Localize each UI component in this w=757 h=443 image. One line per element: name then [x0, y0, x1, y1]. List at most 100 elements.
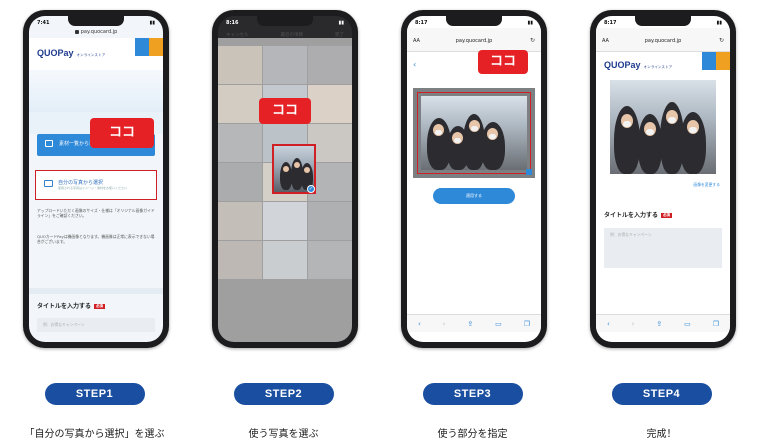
- display-note: QUOカードPayは機画像となります。機画像は正常に表示できない場合がございます…: [37, 234, 155, 244]
- quopay-logo[interactable]: QUOPay オンラインストア: [604, 60, 672, 70]
- phone-mockup-step2: 8:16 ▮▮ キャンセル 最近の項目 完了 ✓: [212, 10, 358, 348]
- share-icon[interactable]: ⇪: [467, 320, 473, 328]
- battery-icon: ▮▮: [149, 19, 155, 26]
- mask: [689, 127, 697, 133]
- status-time: 7:41: [37, 19, 50, 26]
- reload-icon[interactable]: ↻: [719, 37, 724, 44]
- face: [294, 162, 300, 168]
- check-icon: ✓: [307, 185, 315, 193]
- status-time: 8:17: [415, 19, 428, 26]
- select-own-photo-button[interactable]: 自分の写真から選択 使用される写真はイメージ・素材をお使いください: [35, 170, 157, 200]
- guideline-note: アップロードいただく画像のサイズ・仕様は「オリジナル画像ガイドライン」をご確認く…: [37, 208, 155, 218]
- url-text: pay.quocard.jp: [644, 38, 682, 44]
- step-label: STEP4: [611, 383, 712, 405]
- koko-callout: ココ: [90, 118, 154, 148]
- mask: [668, 117, 676, 123]
- forward-arrow-icon[interactable]: ›: [632, 320, 635, 328]
- step-caption: 使う写真を選ぶ: [248, 429, 319, 440]
- phone-screen: 8:17 ▮▮ AA pay.quocard.jp ↻ QUOPay オンラインス…: [596, 16, 730, 342]
- step2-column: 8:16 ▮▮ キャンセル 最近の項目 完了 ✓ ココ STEP2 使う写真を選…: [189, 0, 378, 443]
- logo-text: QUOPay: [37, 48, 74, 58]
- status-time: 8:16: [226, 19, 239, 26]
- url-bar[interactable]: pay.quocard.jp: [39, 28, 153, 36]
- step4-column: 8:17 ▮▮ AA pay.quocard.jp ↻ QUOPay オンラインス…: [567, 0, 756, 443]
- mypage-icon[interactable]: [135, 38, 149, 56]
- browser-toolbar: ‹ › ⇪ ▭ ❐: [596, 314, 730, 332]
- phone-notch: [68, 16, 124, 26]
- url-text: pay.quocard.jp: [80, 29, 118, 35]
- picker-title: 最近の項目: [280, 33, 304, 38]
- title-input[interactable]: 例：お得なキャンペーン: [604, 228, 722, 268]
- url-text: pay.quocard.jp: [455, 38, 493, 44]
- crop-frame[interactable]: [417, 92, 532, 175]
- option-sublabel: 使用される写真はイメージ・素材をお使いください: [58, 186, 127, 190]
- back-arrow-icon[interactable]: ‹: [418, 320, 421, 328]
- required-badge: 必須: [94, 304, 106, 309]
- tabs-icon[interactable]: ❐: [524, 320, 530, 328]
- picker-header: キャンセル 最近の項目 完了: [218, 28, 352, 42]
- browser-address-bar[interactable]: AA pay.quocard.jp ↻: [407, 28, 541, 52]
- step-label: STEP1: [44, 383, 145, 405]
- step-caption: 完成！: [646, 429, 677, 440]
- forward-arrow-icon[interactable]: ›: [443, 320, 446, 328]
- reload-icon[interactable]: ↻: [530, 37, 535, 44]
- option-label: 自分の写真から選択: [58, 180, 104, 186]
- image-icon: [45, 140, 53, 147]
- mask: [623, 121, 631, 127]
- phone-notch: [257, 16, 313, 26]
- step1-column: 7:41 ▮▮ pay.quocard.jp QUOPay オンラインストア 素材…: [0, 0, 189, 443]
- phone-mockup-step4: 8:17 ▮▮ AA pay.quocard.jp ↻ QUOPay オンラインス…: [590, 10, 736, 348]
- bookmarks-icon[interactable]: ▭: [684, 320, 691, 328]
- tabs-icon[interactable]: ❐: [713, 320, 719, 328]
- selected-photo[interactable]: ✓: [272, 144, 316, 194]
- back-icon[interactable]: ‹: [413, 60, 416, 69]
- phone-screen: 8:16 ▮▮ キャンセル 最近の項目 完了 ✓: [218, 16, 352, 342]
- title-input[interactable]: 例：お得なキャンペーン: [37, 318, 155, 332]
- crop-editor[interactable]: [413, 88, 535, 178]
- heading-text: タイトルを入力する: [604, 212, 659, 219]
- site-header: QUOPay オンラインストア: [29, 38, 163, 70]
- status-time: 8:17: [604, 19, 617, 26]
- hero-area: [29, 70, 163, 112]
- cart-icon[interactable]: [716, 52, 730, 70]
- face: [304, 167, 310, 173]
- lock-icon: [74, 29, 79, 34]
- change-image-link[interactable]: 画像を変更する: [693, 182, 720, 188]
- required-badge: 必須: [661, 213, 673, 218]
- phone-notch: [635, 16, 691, 26]
- share-icon[interactable]: ⇪: [656, 320, 662, 328]
- koko-callout: ココ: [478, 50, 528, 74]
- battery-icon: ▮▮: [338, 19, 344, 26]
- resize-handle[interactable]: [526, 169, 532, 175]
- card-preview-image: [610, 80, 716, 174]
- mypage-icon[interactable]: [702, 52, 716, 70]
- logo-subtext: オンラインストア: [643, 65, 673, 69]
- phone-screen: 7:41 ▮▮ pay.quocard.jp QUOPay オンラインストア 素材…: [29, 16, 163, 342]
- quopay-logo[interactable]: QUOPay オンラインストア: [37, 48, 105, 58]
- apply-button[interactable]: 適用する: [433, 188, 515, 204]
- step-caption: 使う部分を指定: [437, 429, 508, 440]
- battery-icon: ▮▮: [716, 19, 722, 26]
- koko-callout: ココ: [259, 98, 311, 124]
- cart-icon[interactable]: [149, 38, 163, 56]
- step-label: STEP2: [233, 383, 334, 405]
- divider: [29, 288, 163, 294]
- face: [283, 166, 289, 172]
- mask: [646, 129, 654, 135]
- cancel-button[interactable]: キャンセル: [226, 32, 249, 38]
- phone-notch: [446, 16, 502, 26]
- back-arrow-icon[interactable]: ‹: [607, 320, 610, 328]
- step3-column: 8:17 ▮▮ AA pay.quocard.jp ↻ ‹ 適用する ‹ › ⇪…: [378, 0, 567, 443]
- done-button[interactable]: 完了: [335, 32, 344, 38]
- heading-text: タイトルを入力する: [37, 303, 92, 310]
- logo-text: QUOPay: [604, 60, 641, 70]
- browser-address-bar[interactable]: AA pay.quocard.jp ↻: [596, 28, 730, 52]
- title-input-heading: タイトルを入力する 必須: [604, 210, 673, 219]
- logo-subtext: オンラインストア: [76, 53, 106, 57]
- bookmarks-icon[interactable]: ▭: [495, 320, 502, 328]
- battery-icon: ▮▮: [527, 19, 533, 26]
- title-input-heading: タイトルを入力する 必須: [37, 301, 106, 310]
- step-label: STEP3: [422, 383, 523, 405]
- photo-icon: [44, 180, 53, 187]
- step-caption: 「自分の写真から選択」を選ぶ: [24, 429, 165, 440]
